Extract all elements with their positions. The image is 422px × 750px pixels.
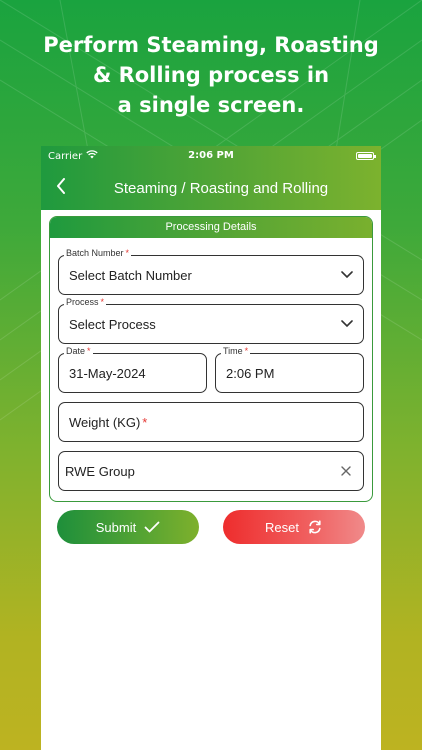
batch-number-value: Select Batch Number — [69, 267, 192, 283]
promo-line-1: Perform Steaming, Roasting — [43, 33, 379, 57]
time-field[interactable]: Time * 2:06 PM — [215, 346, 364, 393]
chevron-down-icon — [341, 318, 353, 330]
date-field[interactable]: Date * 31-May-2024 — [58, 346, 207, 393]
process-label: Process * — [64, 297, 107, 307]
group-field[interactable]: RWE Group — [58, 451, 364, 491]
refresh-icon — [309, 520, 321, 534]
status-time: 2:06 PM — [188, 150, 234, 161]
submit-button[interactable]: Submit — [57, 510, 199, 544]
back-button[interactable] — [51, 174, 71, 198]
page-title: Steaming / Roasting and Rolling — [113, 179, 329, 197]
submit-label: Submit — [95, 519, 137, 535]
batch-number-label: Batch Number * — [64, 248, 132, 258]
reset-label: Reset — [265, 519, 299, 535]
nav-row: Steaming / Roasting and Rolling — [41, 166, 381, 210]
promo-line-2: & Rolling process in — [92, 63, 330, 87]
status-bar: Carrier 2:06 PM — [41, 146, 381, 166]
time-label: Time * — [221, 346, 251, 356]
processing-details-card: Processing Details Batch Number * Select … — [49, 216, 373, 502]
weight-input[interactable]: Weight (KG) * — [58, 402, 364, 442]
app-bar: Carrier 2:06 PM Steaming / Roasting and … — [41, 146, 381, 210]
batch-number-select[interactable]: Batch Number * Select Batch Number — [58, 248, 364, 295]
card-header: Processing Details — [50, 217, 372, 238]
process-select[interactable]: Process * Select Process — [58, 297, 364, 344]
phone-screen: Carrier 2:06 PM Steaming / Roasting and … — [41, 146, 381, 750]
promo-line-3: a single screen. — [117, 93, 305, 117]
chevron-left-icon — [57, 178, 65, 194]
group-value: RWE Group — [65, 463, 135, 479]
date-label: Date * — [64, 346, 93, 356]
reset-button[interactable]: Reset — [223, 510, 365, 544]
process-value: Select Process — [69, 316, 156, 332]
battery-icon — [356, 152, 376, 160]
promo-headline: Perform Steaming, Roasting & Rolling pro… — [0, 30, 422, 120]
chevron-down-icon — [341, 269, 353, 281]
weight-label: Weight (KG) * — [69, 414, 148, 430]
date-value: 31-May-2024 — [69, 365, 146, 381]
checkmark-icon — [144, 521, 160, 533]
time-value: 2:06 PM — [226, 365, 275, 381]
close-icon[interactable] — [339, 464, 353, 478]
